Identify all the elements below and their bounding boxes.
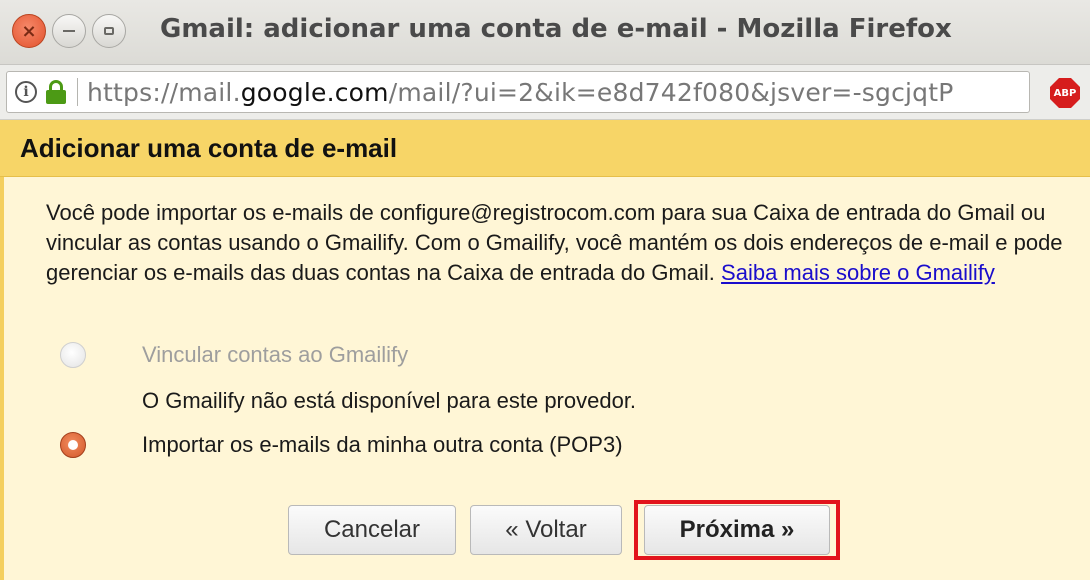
radio-import-pop3[interactable] xyxy=(60,432,86,458)
window-titlebar: × Gmail: adicionar uma conta de e-mail -… xyxy=(0,0,1090,65)
dialog-header: Adicionar uma conta de e-mail xyxy=(0,120,1090,177)
dialog-title: Adicionar uma conta de e-mail xyxy=(20,133,398,163)
learn-more-gmailify-link[interactable]: Saiba mais sobre o Gmailify xyxy=(721,260,995,285)
window-close-button[interactable]: × xyxy=(12,14,46,48)
window-controls: × xyxy=(12,14,126,48)
option-import-pop3-label[interactable]: Importar os e-mails da minha outra conta… xyxy=(142,432,623,458)
info-icon[interactable]: i xyxy=(15,81,37,103)
radio-gmailify xyxy=(60,342,86,368)
back-button[interactable]: « Voltar xyxy=(470,505,622,555)
lock-icon[interactable] xyxy=(45,80,67,104)
url-separator xyxy=(77,78,78,106)
close-icon: × xyxy=(21,20,37,42)
cancel-button[interactable]: Cancelar xyxy=(288,505,456,555)
next-button[interactable]: Próxima » xyxy=(644,505,830,555)
radio-selected-dot xyxy=(68,440,78,450)
url-text[interactable]: https://mail.google.com/mail/?ui=2&ik=e8… xyxy=(87,78,954,107)
window-title: Gmail: adicionar uma conta de e-mail - M… xyxy=(160,14,952,44)
window-maximize-button[interactable] xyxy=(92,14,126,48)
minimize-icon xyxy=(63,30,75,32)
maximize-icon xyxy=(104,27,114,35)
window-minimize-button[interactable] xyxy=(52,14,86,48)
add-email-account-dialog: Adicionar uma conta de e-mail Você pode … xyxy=(0,120,1090,580)
url-bar[interactable]: i https://mail.google.com/mail/?ui=2&ik=… xyxy=(6,71,1030,113)
gmailify-unavailable-note: O Gmailify não está disponível para este… xyxy=(142,388,637,413)
adblock-plus-icon[interactable]: ABP xyxy=(1050,78,1080,108)
dialog-description: Você pode importar os e-mails de configu… xyxy=(46,200,1063,285)
navigation-bar: i https://mail.google.com/mail/?ui=2&ik=… xyxy=(0,65,1090,120)
option-gmailify-label: Vincular contas ao Gmailify xyxy=(142,342,409,367)
